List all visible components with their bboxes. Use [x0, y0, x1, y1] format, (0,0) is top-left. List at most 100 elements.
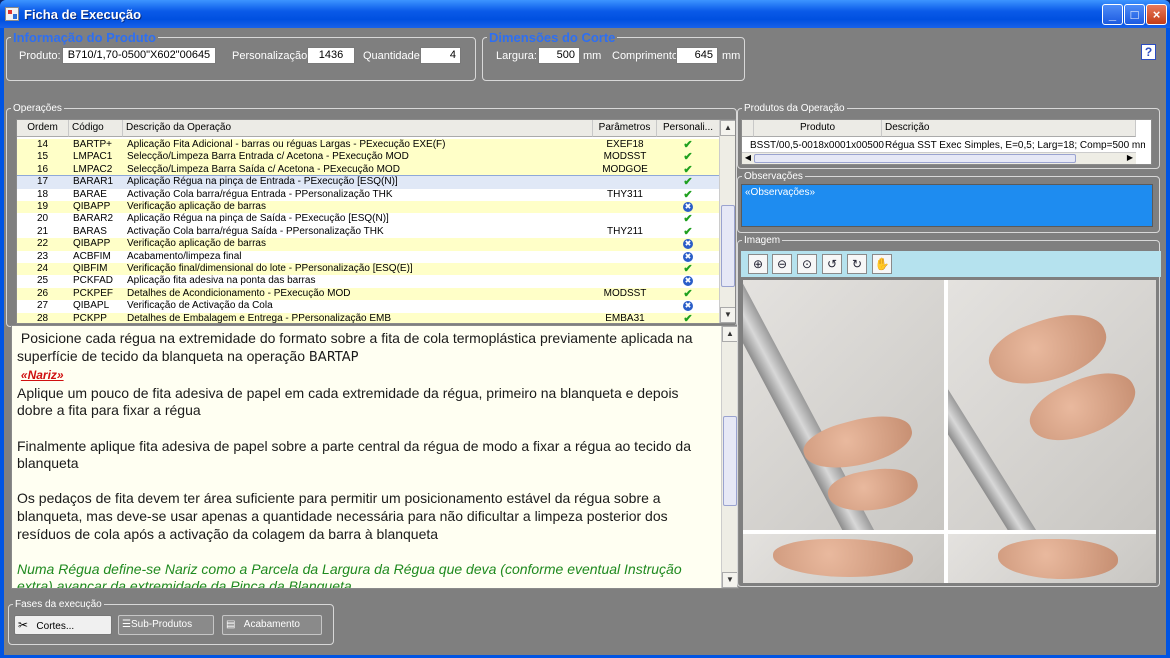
check-icon: ✔: [683, 176, 693, 189]
ordem-cell: 26: [36, 287, 49, 299]
app-icon: [5, 7, 19, 21]
scroll-thumb[interactable]: [721, 205, 735, 287]
col-header-descricao-prod[interactable]: Descrição: [882, 120, 1136, 137]
products-grid[interactable]: Produto Descrição BSST/00,5-0018x0001x00…: [741, 119, 1152, 165]
table-row[interactable]: 24 QIBFIM Verificação final/dimensional do…: [17, 263, 720, 276]
largura-field[interactable]: 500: [538, 47, 580, 64]
cortes-label: Cortes...: [36, 621, 75, 632]
sub-produtos-button[interactable]: ☰Sub-Produtos: [118, 615, 214, 635]
param-cell: MODSST: [603, 287, 647, 299]
ordem-cell: 18: [36, 188, 49, 200]
scroll-up-icon[interactable]: ▲: [720, 120, 735, 136]
application-window: Ficha de Execução _ □ × Informação do Pr…: [0, 0, 1170, 658]
table-row[interactable]: 18 BARAE Activação Cola barra/régua Entrad…: [17, 188, 720, 201]
scroll-up-icon[interactable]: ▲: [722, 326, 738, 342]
instruction-photo[interactable]: [743, 280, 1156, 583]
scroll-left-icon[interactable]: ◀: [742, 153, 754, 164]
table-row[interactable]: 21 BARAS Activação Cola barra/régua Saída …: [17, 225, 720, 239]
instruction-p4: Os pedaços de fita devem ter área sufici…: [17, 490, 668, 542]
descricao-cell: Detalhes de Embalagem e Entrega - PPerso…: [127, 312, 392, 324]
scissors-icon: ✂: [18, 618, 29, 632]
scroll-down-icon[interactable]: ▼: [722, 572, 738, 588]
client-area: Informação do Produto Produto: B710/1,70…: [4, 28, 1166, 655]
status-cell: ✖: [658, 238, 718, 250]
quantidade-field[interactable]: 4: [420, 47, 461, 64]
operations-scrollbar[interactable]: ▲ ▼: [719, 120, 735, 323]
col-header-codigo[interactable]: Código: [69, 120, 123, 137]
zoom-in-icon[interactable]: ⊕: [748, 254, 768, 274]
col-header-produto[interactable]: Produto: [754, 120, 882, 137]
row-header: [742, 120, 754, 137]
table-row[interactable]: 15 LMPAC1 Selecção/Limpeza Barra Entrada c…: [17, 151, 720, 164]
table-row[interactable]: 25 PCKFAD Aplicação fita adesiva na ponta …: [17, 275, 720, 288]
personalizacao-field[interactable]: 1436: [307, 47, 355, 64]
table-row[interactable]: 23 ACBFIM Acabamento/limpeza final ✖: [17, 250, 720, 263]
table-row[interactable]: 20 BARAR2 Aplicação Régua na pinça de Saíd…: [17, 213, 720, 226]
produto-field[interactable]: B710/1,70-0500"X602"00645: [62, 47, 216, 64]
operations-grid[interactable]: Ordem Código Descrição da Operação Parâm…: [16, 119, 736, 324]
col-header-parametros[interactable]: Parâmetros: [593, 120, 657, 137]
table-row[interactable]: 27 QIBAPL Verificação de Activação da Cola…: [17, 300, 720, 313]
param-cell: EXEF18: [606, 139, 644, 150]
codigo-cell: LMPAC2: [73, 163, 113, 175]
comprimento-field[interactable]: 645: [676, 47, 718, 64]
close-button[interactable]: ×: [1146, 4, 1167, 25]
hand-icon[interactable]: ✋: [872, 254, 892, 274]
title-bar[interactable]: Ficha de Execução _ □ ×: [0, 0, 1170, 28]
instruction-note-2: extra) avançar da extremidade da Pinça d…: [17, 578, 352, 589]
zoom-out-icon[interactable]: ⊖: [772, 254, 792, 274]
dimensions-legend: Dimensões do Corte: [489, 30, 616, 45]
check-icon: ✔: [683, 263, 693, 275]
rotate-right-icon[interactable]: ↻: [847, 254, 867, 274]
products-hscrollbar[interactable]: ◀ ▶: [742, 152, 1136, 164]
check-icon: ✔: [683, 188, 693, 201]
param-cell: THY311: [607, 188, 643, 200]
ordem-cell: 27: [36, 300, 49, 312]
maximize-button[interactable]: □: [1124, 4, 1145, 25]
table-row[interactable]: 26 PCKPEF Detalhes de Acondicionamento - P…: [17, 287, 720, 301]
codigo-cell: BARTP+: [73, 139, 112, 150]
table-row[interactable]: 16 LMPAC2 Selecção/Limpeza Barra Saída c/ …: [17, 163, 720, 177]
ordem-cell: 21: [36, 225, 49, 237]
largura-label: Largura:: [496, 50, 537, 62]
table-row[interactable]: 28 PCKPP Detalhes de Embalagem e Entrega -…: [17, 312, 720, 324]
table-row[interactable]: 17 BARAR1 Aplicação Régua na pinça de Entr…: [17, 175, 721, 190]
operation-instructions[interactable]: Posicione cada régua na extremidade do f…: [11, 325, 739, 589]
nariz-heading: «Nariz»: [20, 368, 64, 383]
x-circle-icon: ✖: [683, 301, 693, 312]
instruction-p2: Aplique um pouco de fita adesiva de pape…: [17, 384, 679, 419]
sub-produtos-label: Sub-Produtos: [130, 619, 193, 630]
list-icon: ☰: [122, 619, 131, 630]
scroll-right-icon[interactable]: ▶: [1124, 153, 1136, 164]
product-code[interactable]: BSST/00,5-0018x0001x00500: [750, 140, 886, 151]
table-row[interactable]: 19 QIBAPP Verificação aplicação de barras ✖: [17, 201, 720, 214]
zoom-fit-icon[interactable]: ⊙: [797, 254, 817, 274]
acabamento-button[interactable]: ▤ Acabamento: [222, 615, 322, 635]
codigo-cell: BARAE: [73, 188, 107, 200]
observations-field[interactable]: «Observações»: [741, 184, 1153, 227]
ordem-cell: 17: [36, 176, 49, 188]
help-icon[interactable]: ?: [1141, 44, 1156, 60]
table-row[interactable]: 22 QIBAPP Verificação aplicação de barras ✖: [17, 238, 720, 251]
status-cell: ✖: [658, 201, 718, 213]
scroll-down-icon[interactable]: ▼: [720, 307, 735, 323]
product-description[interactable]: Régua SST Exec Simples, E=0,5; Larg=18; …: [885, 140, 1145, 151]
document-icon: ▤: [226, 619, 236, 630]
col-header-descricao[interactable]: Descrição da Operação: [123, 120, 593, 137]
scroll-thumb[interactable]: [723, 416, 737, 506]
descricao-cell: Aplicação Régua na pinça de Saída - PExe…: [127, 213, 389, 225]
status-cell: ✖: [658, 251, 718, 263]
rotate-left-icon[interactable]: ↺: [822, 254, 842, 274]
col-header-personalizacao[interactable]: Personali...: [657, 120, 720, 137]
table-row[interactable]: 14 BARTP+ Aplicação Fita Adicional - barra…: [17, 139, 720, 152]
x-circle-icon: ✖: [683, 202, 693, 212]
codigo-cell: QIBAPP: [73, 238, 111, 250]
minimize-button[interactable]: _: [1102, 4, 1123, 25]
col-header-ordem[interactable]: Ordem: [17, 120, 69, 137]
instructions-scrollbar[interactable]: ▲ ▼: [721, 326, 738, 588]
check-icon: ✔: [683, 151, 693, 164]
cortes-button[interactable]: ✂ Cortes...: [14, 615, 112, 635]
status-cell: ✔: [658, 151, 718, 164]
scroll-thumb[interactable]: [754, 154, 1076, 163]
ordem-cell: 25: [36, 275, 49, 287]
